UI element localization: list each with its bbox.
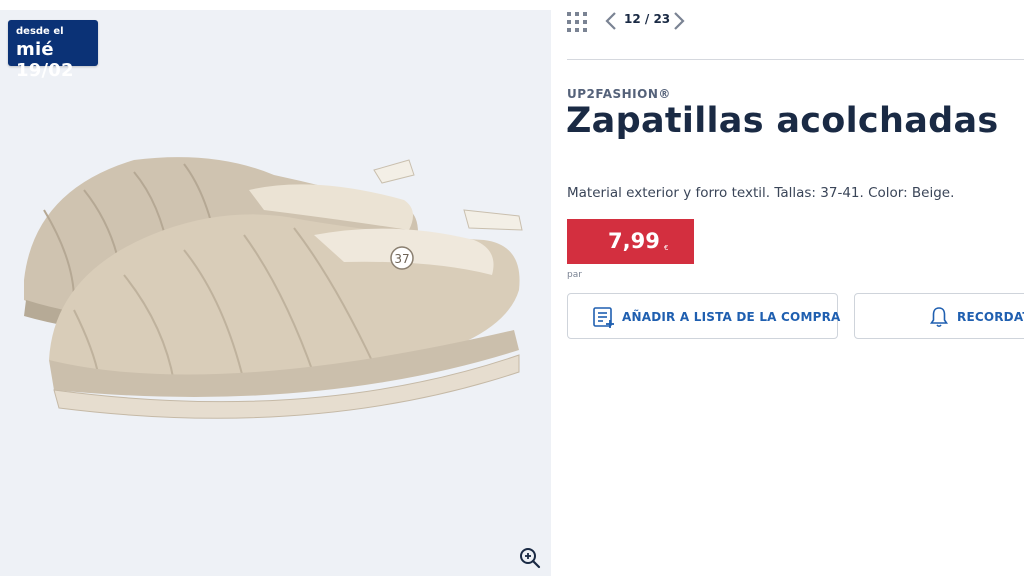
availability-date-badge: desde el mié 19/02 [8,20,98,81]
shopping-list-icon [593,307,614,328]
product-details: 12 / 23 UP2FASHION® Zapatillas acolchada… [551,0,1024,576]
product-brand: UP2FASHION® [567,87,671,101]
reminder-button[interactable]: RECORDATORIO [854,293,1024,339]
image-counter: 12 / 23 [624,12,671,26]
price-unit: par [567,270,582,280]
chevron-left-icon[interactable] [604,10,618,32]
bell-icon [930,307,948,328]
add-to-shopping-list-button[interactable]: AÑADIR A LISTA DE LA COMPRA [567,293,841,339]
add-to-list-label: AÑADIR A LISTA DE LA COMPRA [622,310,841,324]
grid-icon[interactable] [566,11,588,33]
badge-date: mié 19/02 [16,39,74,81]
price-currency: € [664,244,669,252]
divider [567,59,1024,60]
badge-prefix: desde el [16,26,64,37]
reminder-label: RECORDATORIO [957,310,1024,324]
product-description: Material exterior y forro textil. Tallas… [567,185,955,201]
product-title: Zapatillas acolchadas [566,101,999,141]
price-box: 7,99 € [567,219,694,264]
chevron-right-icon[interactable] [672,10,686,32]
size-tag-label: 37 [394,252,409,266]
price-value: 7,99 [608,229,660,253]
zoom-in-icon[interactable] [517,545,543,571]
product-image-panel: desde el mié 19/02 37 [0,10,551,576]
product-image: 37 [24,157,523,419]
